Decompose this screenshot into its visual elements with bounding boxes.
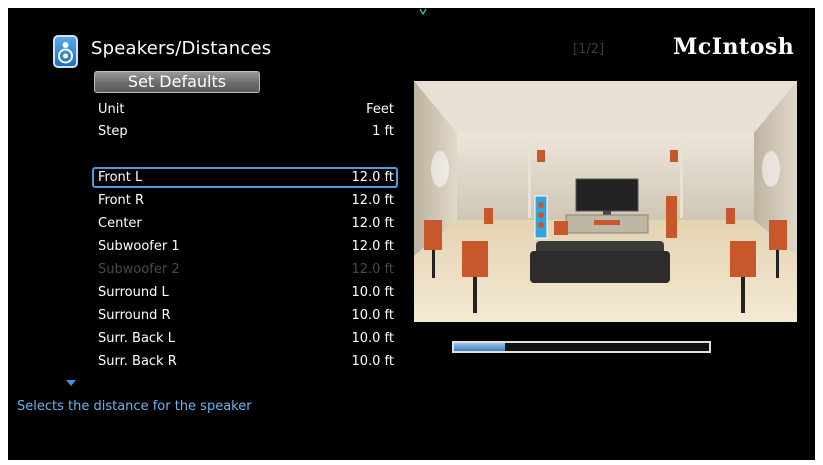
speaker-row[interactable]: Front R 12.0 ft xyxy=(92,190,398,211)
row-label: Center xyxy=(98,216,142,231)
row-value: 12.0 ft xyxy=(351,170,394,185)
row-value: 10.0 ft xyxy=(351,285,394,300)
row-label: Step xyxy=(98,124,128,139)
scroll-down-icon[interactable] xyxy=(66,380,76,386)
speaker-row[interactable]: Front L 12.0 ft xyxy=(92,167,398,188)
row-label: Surr. Back R xyxy=(98,354,177,369)
speaker-row[interactable]: Surr. Back R 10.0 ft xyxy=(92,351,398,372)
help-text: Selects the distance for the speaker xyxy=(17,399,252,414)
row-value: 12.0 ft xyxy=(351,193,394,208)
speaker-row[interactable]: Center 12.0 ft xyxy=(92,213,398,234)
row-label: Surround L xyxy=(98,285,169,300)
setting-row[interactable]: Unit Feet xyxy=(92,99,398,120)
row-label: Front R xyxy=(98,193,145,208)
progress-bar xyxy=(452,341,711,353)
row-value: 12.0 ft xyxy=(351,262,394,277)
page-title: Speakers/Distances xyxy=(91,38,272,59)
row-value: 12.0 ft xyxy=(351,216,394,231)
speaker-row[interactable]: Subwoofer 1 12.0 ft xyxy=(92,236,398,257)
speaker-row: Subwoofer 2 12.0 ft xyxy=(92,259,398,280)
row-value: 12.0 ft xyxy=(351,239,394,254)
row-label: Front L xyxy=(98,170,143,185)
row-value: 1 ft xyxy=(372,124,394,139)
osd-screen: Speakers/Distances [1/2] McIntosh Set De… xyxy=(8,8,815,460)
row-label: Unit xyxy=(98,102,125,117)
row-label: Surround R xyxy=(98,308,171,323)
page-indicator: [1/2] xyxy=(573,42,605,57)
speaker-row[interactable]: Surround R 10.0 ft xyxy=(92,305,398,326)
speaker-row[interactable]: Surr. Back L 10.0 ft xyxy=(92,328,398,349)
setting-row[interactable]: Step 1 ft xyxy=(92,121,398,142)
row-label: Subwoofer 1 xyxy=(98,239,180,254)
row-label: Subwoofer 2 xyxy=(98,262,180,277)
row-value: 10.0 ft xyxy=(351,331,394,346)
row-value: 10.0 ft xyxy=(351,354,394,369)
focus-marker-icon xyxy=(419,8,427,16)
speaker-row[interactable]: Surround L 10.0 ft xyxy=(92,282,398,303)
row-value: Feet xyxy=(366,102,394,117)
row-value: 10.0 ft xyxy=(351,308,394,323)
row-label: Surr. Back L xyxy=(98,331,175,346)
brand-logo: McIntosh xyxy=(673,34,795,60)
set-defaults-button[interactable]: Set Defaults xyxy=(94,71,260,93)
room-illustration xyxy=(414,81,797,322)
speaker-icon xyxy=(53,35,78,68)
progress-fill xyxy=(454,343,505,351)
